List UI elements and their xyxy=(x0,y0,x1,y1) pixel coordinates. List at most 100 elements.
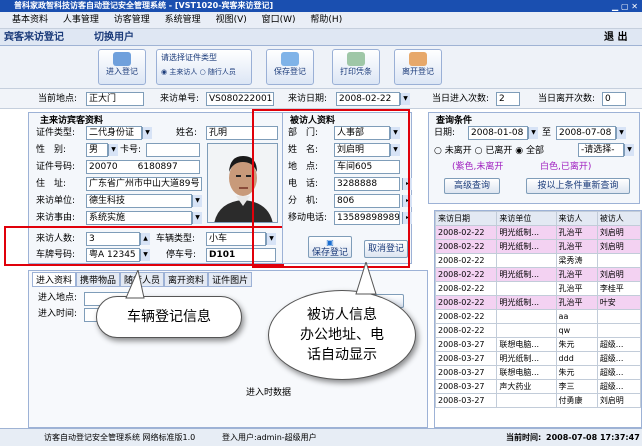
today-out-label: 当日离开次数: xyxy=(538,94,596,104)
query-status-options: ○ 未离开 ○ 已离开 ◉ 全部 xyxy=(434,143,544,156)
company-dropdown[interactable]: ▼ xyxy=(192,195,202,207)
table-row[interactable]: 2008-02-22 qw xyxy=(435,323,641,338)
radio-companion-label: 随行人员 xyxy=(207,68,236,76)
visit-date-field[interactable]: 2008-02-22 xyxy=(336,92,400,106)
menu-window[interactable]: 窗口(W) xyxy=(262,12,296,29)
records-table: 来访日期 来访单位 来访人 被访人 2008-02-22 明光纸制... 孔治平 刘启… xyxy=(435,211,641,408)
tab-id-images[interactable]: 证件图片 xyxy=(208,272,253,287)
table-row[interactable]: 2008-03-27 付勇康 刘启明 xyxy=(435,393,641,408)
card-label: 卡号: xyxy=(120,145,142,155)
enter-icon xyxy=(113,52,131,66)
table-row[interactable]: 2008-03-27 声大药业 李三 超级... xyxy=(435,379,641,394)
location-field[interactable]: 正大门 xyxy=(86,92,144,106)
print-icon xyxy=(347,52,365,66)
reason-field[interactable]: 系统实施 xyxy=(86,211,192,225)
advanced-query-button[interactable]: 高级查询 xyxy=(444,178,500,194)
cell-company: 联想电脑... xyxy=(496,337,557,352)
query-select-field[interactable]: -请选择- xyxy=(578,143,624,157)
print-label: 打印凭条 xyxy=(340,67,372,76)
tab-leave-info[interactable]: 离开资料 xyxy=(164,272,209,287)
switch-user-button[interactable]: 切换用户 xyxy=(94,29,134,46)
company-field[interactable]: 德生科技 xyxy=(86,194,192,208)
id-no-tail: 6180897 xyxy=(137,162,178,172)
tab-visitor-register[interactable]: 宾客来访登记 xyxy=(4,29,64,46)
menu-system[interactable]: 系统管理 xyxy=(165,12,201,29)
table-row[interactable]: 2008-02-22 明光纸制... 孔治平 刘启明 xyxy=(435,267,641,282)
today-out-field: 0 xyxy=(602,92,626,106)
menu-help[interactable]: 帮助(H) xyxy=(310,12,342,29)
menu-basic[interactable]: 基本资料 xyxy=(12,12,48,29)
id-type-field[interactable]: 二代身份证 xyxy=(86,126,142,140)
cell-date: 2008-02-22 xyxy=(435,309,498,324)
enter-register-button[interactable]: 进入登记 xyxy=(98,49,146,85)
table-row[interactable]: 2008-03-27 联想电脑... 朱元 超级... xyxy=(435,365,641,380)
tab-enter-info[interactable]: 进入资料 xyxy=(32,272,77,287)
menu-visitor[interactable]: 访客管理 xyxy=(114,12,150,29)
company-label: 来访单位: xyxy=(36,196,76,206)
visit-no-field[interactable]: VS080222001 xyxy=(206,92,274,106)
vehicle-callout-pointer xyxy=(125,270,145,299)
col-host[interactable]: 被访人 xyxy=(596,211,641,226)
cell-date: 2008-02-22 xyxy=(435,253,498,268)
radio-companion[interactable]: ○ xyxy=(200,68,208,76)
visit-date-dropdown[interactable]: ▼ xyxy=(400,93,410,105)
radio-all[interactable]: ◉ xyxy=(515,146,523,156)
status-bar: 访客自动登记安全管理系统 网络标准版1.0 登入用户:admin-超级用户 当前… xyxy=(0,428,642,446)
table-row[interactable]: 2008-02-22 孔治平 李桂平 xyxy=(435,281,641,296)
cell-host: 超级... xyxy=(596,337,641,352)
query-date-to[interactable]: 2008-07-08 xyxy=(556,126,616,140)
cell-host: 刘启明 xyxy=(596,393,641,408)
query-date-from[interactable]: 2008-01-08 xyxy=(468,126,528,140)
id-type-selector[interactable]: 请选择证件类型 ◉ 主来访人 ○ 随行人员 xyxy=(156,49,252,85)
address-label: 住 址: xyxy=(36,179,67,189)
enter-register-label: 进入登记 xyxy=(106,67,138,76)
visitor-name-label: 姓名: xyxy=(176,128,198,138)
host-callout-pointer xyxy=(355,262,377,295)
enter-guard-label: 进入时数据 xyxy=(246,388,292,398)
radio-not-left[interactable]: ○ xyxy=(434,146,442,156)
legend-white: 白色,已离开) xyxy=(540,162,592,172)
id-type-dropdown[interactable]: ▼ xyxy=(142,127,152,139)
query-date-from-dropdown[interactable]: ▼ xyxy=(528,127,538,139)
cell-company xyxy=(496,393,557,408)
gender-dropdown[interactable]: ▼ xyxy=(108,144,118,156)
address-field[interactable]: 广东省广州市中山大道89号 xyxy=(86,177,202,191)
table-row[interactable]: 2008-02-22 明光纸制... 孔治平 刘启明 xyxy=(435,239,641,254)
card-field[interactable] xyxy=(146,143,200,157)
status-time-label: 当前时间: xyxy=(506,433,542,442)
table-row[interactable]: 2008-02-22 aa xyxy=(435,309,641,324)
leave-register-label: 离开登记 xyxy=(402,67,434,76)
cell-host xyxy=(596,309,641,324)
leave-register-button[interactable]: 离开登记 xyxy=(394,49,442,85)
radio-left[interactable]: ○ xyxy=(475,146,483,156)
print-button[interactable]: 打印凭条 xyxy=(332,49,380,85)
tab-belongings[interactable]: 携带物品 xyxy=(76,272,121,287)
col-company[interactable]: 来访单位 xyxy=(496,211,557,226)
col-visitor[interactable]: 来访人 xyxy=(555,211,598,226)
col-date[interactable]: 来访日期 xyxy=(435,211,498,226)
query-select-dropdown[interactable]: ▼ xyxy=(624,144,634,156)
table-row[interactable]: 2008-03-27 明光纸制... ddd 超级... xyxy=(435,351,641,366)
exit-button[interactable]: 退 出 xyxy=(604,29,627,46)
query-date-to-dropdown[interactable]: ▼ xyxy=(616,127,626,139)
cell-host: 刘启明 xyxy=(596,239,641,254)
table-row[interactable]: 2008-02-22 梁秀涛 xyxy=(435,253,641,268)
menu-bar: 基本资料 人事管理 访客管理 系统管理 视图(V) 窗口(W) 帮助(H) xyxy=(0,12,642,29)
cell-company xyxy=(496,281,557,296)
toolbar-save-button[interactable]: 保存登记 xyxy=(266,49,314,85)
reason-dropdown[interactable]: ▼ xyxy=(192,212,202,224)
id-no-field[interactable]: 20070 6180897 xyxy=(86,160,200,174)
table-row[interactable]: 2008-02-22 明光纸制... 孔治平 叶安 xyxy=(435,295,641,310)
today-in-label: 当日进入次数: xyxy=(432,94,490,104)
table-row[interactable]: 2008-02-22 明光纸制... 孔治平 刘启明 xyxy=(435,225,641,240)
host-callout-line2: 办公地址、电 xyxy=(300,327,384,343)
cell-host xyxy=(596,323,641,338)
requery-button[interactable]: 按以上条件重新查询 xyxy=(526,178,630,194)
menu-hr[interactable]: 人事管理 xyxy=(63,12,99,29)
cell-date: 2008-02-22 xyxy=(435,295,498,310)
cell-visitor: 朱元 xyxy=(555,365,598,380)
gender-field[interactable]: 男 xyxy=(86,143,108,157)
window-title: 普科家政智科技访客自动登记安全管理系统 - [VST1020-宾客来访登记] xyxy=(14,1,274,10)
table-row[interactable]: 2008-03-27 联想电脑... 朱元 超级... xyxy=(435,337,641,352)
menu-view[interactable]: 视图(V) xyxy=(216,12,247,29)
